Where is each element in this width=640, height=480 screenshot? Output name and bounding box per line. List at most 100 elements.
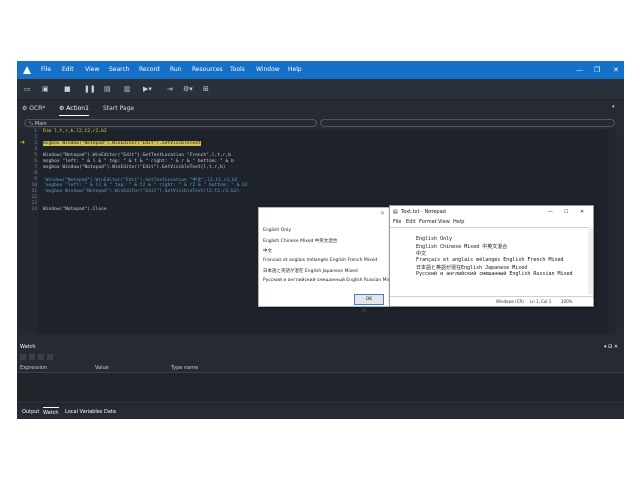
clear-watch-icon[interactable]	[38, 354, 44, 360]
stop-icon[interactable]: ■	[64, 84, 71, 94]
step-icon[interactable]: ⇥	[167, 84, 173, 94]
message-line: English Chinese Mixed 中英文混合	[263, 239, 338, 244]
menu-search[interactable]: Search	[109, 61, 130, 79]
notepad-text-area[interactable]: English Only English Chinese Mixed 中英文混合…	[390, 227, 588, 296]
notepad-title: Text.txt - Notepad	[401, 209, 446, 215]
pause-icon[interactable]: ❚❚	[84, 84, 96, 94]
code-comment-line: 'msgbox Window("Notepad").WinEditor("Edi…	[43, 189, 240, 194]
tab-list-icon[interactable]: ▾	[612, 102, 615, 112]
menu-file[interactable]: File	[41, 61, 51, 79]
mouse-cursor-icon	[361, 306, 367, 312]
menu-record[interactable]: Record	[139, 61, 160, 79]
tab-start-page[interactable]: Start Page	[103, 103, 134, 115]
new-icon[interactable]: ▭	[24, 84, 31, 94]
watch-panel-header: Watch ▾ ⊟ ✕	[17, 343, 624, 352]
tab-output[interactable]: Output	[22, 407, 39, 417]
notepad-menu-file[interactable]: File	[393, 218, 401, 226]
close-icon[interactable]: ✕	[613, 61, 619, 79]
notepad-window: ▤ Text.txt - Notepad — ☐ ✕ File Edit For…	[389, 205, 594, 307]
column-value[interactable]: Value	[95, 364, 109, 372]
tab-ocr[interactable]: ⚙ OCR*	[22, 103, 45, 115]
line-number: 5	[34, 153, 37, 158]
line-number: 1	[34, 129, 37, 134]
app-logo-icon	[23, 66, 31, 74]
tab-action1[interactable]: ⚙ Action1	[59, 103, 89, 116]
tab-ocr-label: OCR*	[29, 105, 46, 112]
menu-resources[interactable]: Resources	[192, 61, 223, 79]
notepad-status-bar: Windows (CR) Ln 1, Col 1 100%	[390, 296, 593, 306]
minimize-icon[interactable]: —	[576, 61, 583, 79]
notepad-menu-edit[interactable]: Edit	[406, 218, 416, 226]
document-tabs: ⚙ OCR* ⚙ Action1 Start Page ▾	[17, 100, 624, 116]
watch-list[interactable]	[17, 373, 624, 401]
add-watch-icon[interactable]	[20, 354, 26, 360]
save-icon[interactable]: ▤	[104, 84, 111, 94]
line-number: 6	[34, 159, 37, 164]
tab-watch[interactable]: Watch	[43, 407, 59, 418]
menu-tools[interactable]: Tools	[230, 61, 245, 79]
menu-bar: File Edit View Search Record Run Resourc…	[17, 61, 624, 79]
line-number: 13	[31, 201, 37, 206]
line-number: 9	[34, 177, 37, 182]
bottom-tabs: Output Watch Local Variables Data	[17, 404, 624, 419]
object-spy-icon[interactable]: ⊞	[203, 84, 209, 94]
notepad-menu-help[interactable]: Help	[453, 218, 464, 226]
line-number: 12	[31, 195, 37, 200]
notepad-menu-bar: File Edit Format View Help	[390, 218, 593, 226]
text-line: Русский и английский смешанный English R…	[416, 271, 573, 277]
status-eol: Windows (CR)	[496, 299, 524, 304]
message-line: 日本語と英語が混在 English Japanese Mixed	[263, 269, 358, 274]
open-icon[interactable]: ▣	[42, 84, 49, 94]
column-expression[interactable]: Expression	[20, 364, 47, 372]
menu-window[interactable]: Window	[256, 61, 280, 79]
line-number: 10	[31, 183, 37, 188]
text-line: 中文	[416, 251, 427, 257]
maximize-icon[interactable]: ☐	[564, 206, 568, 218]
ok-button[interactable]: OK	[354, 294, 384, 305]
minimize-icon[interactable]: —	[548, 206, 553, 218]
breakpoint-marker-icon[interactable]: ➔	[20, 140, 26, 146]
notepad-menu-format[interactable]: Format	[419, 218, 437, 226]
editor-scrollbar[interactable]	[607, 129, 617, 334]
line-number: 3	[34, 141, 37, 146]
menu-edit[interactable]: Edit	[62, 61, 74, 79]
close-icon[interactable]: ✕	[580, 206, 584, 218]
run-from-step-icon[interactable]: ▶▾	[143, 84, 152, 94]
panel-options-icon[interactable]: ▾ ⊟ ✕	[604, 343, 618, 352]
column-type-name[interactable]: Type name	[171, 364, 198, 372]
watch-toolbar	[17, 352, 624, 362]
text-line: Français et anglais mélangés English Fre…	[416, 257, 564, 263]
status-position: Ln 1, Col 1	[530, 299, 552, 304]
scope-left-label: Main	[34, 121, 47, 127]
refresh-watch-icon[interactable]	[47, 354, 53, 360]
line-number: 11	[31, 189, 37, 194]
scope-bar: ᴬ₂ Main	[17, 119, 624, 129]
close-icon[interactable]: ✕	[380, 210, 385, 217]
restore-icon[interactable]: ❐	[594, 61, 600, 79]
line-number: 2	[34, 135, 37, 140]
notepad-menu-view[interactable]: View	[438, 218, 450, 226]
message-line: Русский и английский смешанный English R…	[263, 278, 396, 283]
settings-icon[interactable]: ⚙▾	[183, 84, 193, 94]
code-line: Window("Notepad").WinEditor("Edit").GetT…	[43, 153, 232, 158]
tab-data[interactable]: Data	[104, 407, 116, 417]
notepad-app-icon: ▤	[393, 209, 398, 215]
scope-dropdown-right[interactable]	[320, 119, 615, 127]
code-line: Dim l,t,r,b,l2,t2,r2,b2	[43, 129, 107, 134]
scope-dropdown-left[interactable]: ᴬ₂ Main	[24, 119, 317, 127]
code-line: msgbox Window("Notepad").WinEditor("Edit…	[43, 165, 226, 170]
notepad-titlebar: ▤ Text.txt - Notepad — ☐ ✕	[390, 206, 593, 218]
code-line-current: msgbox Window("Notepad").WinEditor("Edit…	[43, 141, 201, 146]
code-line: Window("Notepad").Close	[43, 207, 107, 212]
notepad-scrollbar[interactable]	[588, 227, 593, 295]
menu-run[interactable]: Run	[170, 61, 182, 79]
remove-watch-icon[interactable]	[29, 354, 35, 360]
tab-action1-label: Action1	[66, 105, 89, 112]
menu-help[interactable]: Help	[288, 61, 302, 79]
tab-local-variables[interactable]: Local Variables	[65, 407, 102, 417]
code-comment-line: 'msgbox "left: " & l2 & " top: " & t2 & …	[43, 183, 248, 188]
menu-view[interactable]: View	[85, 61, 99, 79]
delete-icon[interactable]: ▥	[124, 84, 131, 94]
line-number: 7	[34, 165, 37, 170]
toolbar: ▭ ▣ ■ ❚❚ ▤ ▥ ▶▾ ⇥ ⚙▾ ⊞	[17, 79, 624, 100]
